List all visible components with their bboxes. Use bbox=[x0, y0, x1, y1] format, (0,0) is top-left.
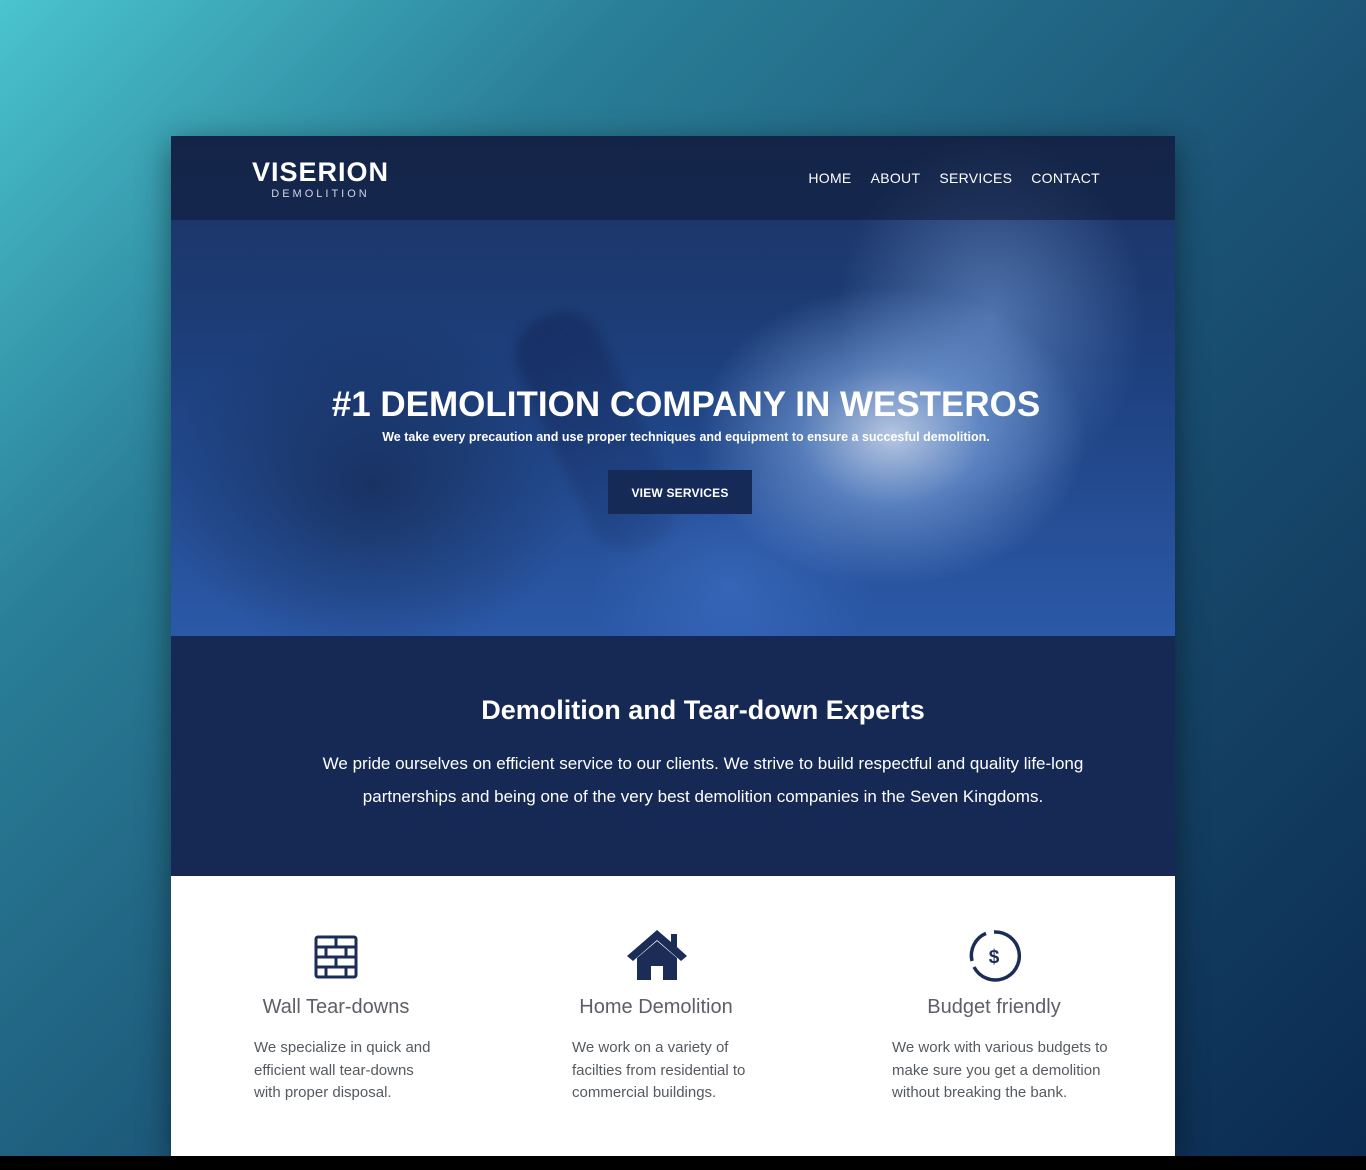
hero-section: VISERION DEMOLITION HOME ABOUT SERVICES … bbox=[171, 136, 1175, 636]
nav-home-link[interactable]: HOME bbox=[808, 170, 851, 186]
brick-wall-icon bbox=[211, 928, 461, 986]
hero-subtitle: We take every precaution and use proper … bbox=[382, 430, 990, 444]
website-frame: VISERION DEMOLITION HOME ABOUT SERVICES … bbox=[171, 136, 1175, 1156]
about-title: Demolition and Tear-down Experts bbox=[481, 695, 925, 725]
logo-tagline: DEMOLITION bbox=[271, 188, 370, 200]
navbar: VISERION DEMOLITION HOME ABOUT SERVICES … bbox=[171, 136, 1175, 220]
logo[interactable]: VISERION DEMOLITION bbox=[252, 158, 389, 200]
house-icon bbox=[531, 928, 781, 986]
nav-services-link[interactable]: SERVICES bbox=[939, 170, 1012, 186]
svg-text:$: $ bbox=[989, 947, 1000, 968]
bottom-bar bbox=[0, 1156, 1366, 1170]
service-card-budget: $ Budget friendly We work with various b… bbox=[869, 928, 1119, 1105]
service-title: Budget friendly bbox=[927, 996, 1061, 1018]
service-title: Home Demolition bbox=[579, 996, 733, 1018]
service-title: Wall Tear-downs bbox=[262, 996, 410, 1018]
hero-title: #1 DEMOLITION COMPANY IN WESTEROS bbox=[331, 385, 1041, 424]
service-card-wall: Wall Tear-downs We specialize in quick a… bbox=[211, 928, 461, 1105]
services-section: Wall Tear-downs We specialize in quick a… bbox=[171, 876, 1175, 1156]
service-card-home: Home Demolition We work on a variety of … bbox=[531, 928, 781, 1105]
main-nav: HOME ABOUT SERVICES CONTACT bbox=[808, 170, 1100, 186]
about-section: Demolition and Tear-down Experts We prid… bbox=[171, 636, 1175, 876]
about-text: We pride ourselves on efficient service … bbox=[322, 754, 1084, 806]
nav-about-link[interactable]: ABOUT bbox=[871, 170, 921, 186]
service-text: We work on a variety of facilties from r… bbox=[572, 1039, 746, 1101]
logo-name: VISERION bbox=[252, 157, 390, 187]
service-text: We work with various budgets to make sur… bbox=[892, 1039, 1108, 1101]
view-services-button[interactable]: VIEW SERVICES bbox=[608, 470, 752, 514]
hero-content: #1 DEMOLITION COMPANY IN WESTEROS We tak… bbox=[171, 384, 1175, 514]
dollar-circle-icon: $ bbox=[869, 928, 1119, 986]
nav-contact-link[interactable]: CONTACT bbox=[1031, 170, 1100, 186]
service-text: We specialize in quick and efficient wal… bbox=[254, 1039, 431, 1101]
